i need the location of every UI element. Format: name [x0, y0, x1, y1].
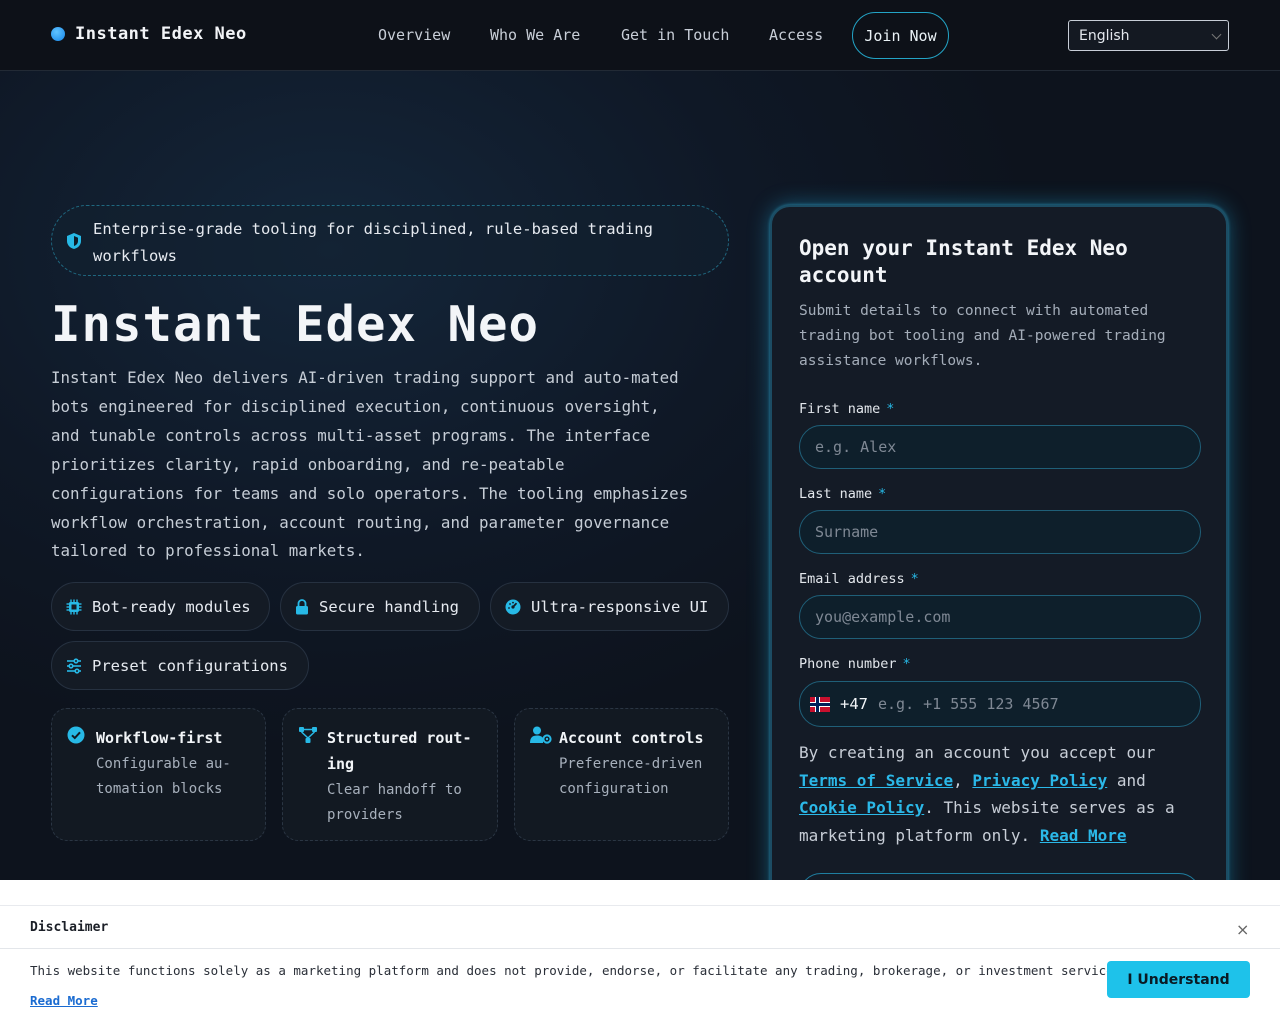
- email-label: Email address *: [799, 571, 919, 587]
- chevron-down-icon: [1211, 29, 1222, 40]
- feature-card-title: Account controls: [559, 729, 704, 747]
- chip-bot-ready: Bot-ready modules: [51, 582, 270, 631]
- chip-secure-handling: Secure handling: [280, 582, 480, 631]
- check-circle-icon: [67, 726, 85, 744]
- last-name-placeholder: Surname: [815, 523, 879, 541]
- nav-link-overview[interactable]: Overview: [378, 26, 450, 44]
- brand-name: Instant Edex Neo: [75, 24, 247, 44]
- chip-label: Secure handling: [319, 597, 459, 616]
- feature-card-title: Workflow-first: [96, 729, 223, 747]
- privacy-policy-link[interactable]: Privacy Policy: [972, 771, 1107, 790]
- form-title: Open your Instant Edex Neo account: [799, 236, 1128, 287]
- chip-ultra-responsive: Ultra-responsive UI: [490, 582, 729, 631]
- disclaimer-banner: Disclaimer × This website functions sole…: [0, 880, 1280, 1024]
- form-subtitle: Submit details to connect with automated…: [799, 303, 1166, 369]
- hero-tagline-pill: Enterprise-grade tooling for disciplined…: [51, 205, 729, 276]
- phone-label: Phone number *: [799, 656, 911, 672]
- feature-card-subtitle: Clear handoff to providers: [327, 782, 462, 823]
- consent-text: By creating an account you accept our Te…: [799, 743, 1175, 845]
- hero-title: Instant Edex Neo: [51, 296, 540, 353]
- language-value: English: [1079, 27, 1130, 44]
- feature-card-subtitle: Preference-driven configuration: [559, 756, 703, 797]
- close-icon[interactable]: ×: [1236, 920, 1249, 939]
- feature-card-workflow: Workflow-first Configurable au-tomation …: [51, 708, 266, 841]
- chip-label: Bot-ready modules: [92, 597, 251, 616]
- hero-tagline: Enterprise-grade tooling for disciplined…: [93, 220, 653, 265]
- phone-field[interactable]: +47 e.g. +1 555 123 4567: [799, 681, 1201, 727]
- routing-icon: [299, 727, 317, 743]
- user-gear-icon: [530, 726, 552, 744]
- feature-card-title: Structured rout-ing: [327, 729, 472, 773]
- page: Instant Edex Neo Overview Who We Are Get…: [0, 0, 1280, 1024]
- chip-cpu-icon: [66, 599, 82, 614]
- nav-link-who-we-are[interactable]: Who We Are: [490, 26, 580, 44]
- disclaimer-text: This website functions solely as a marke…: [30, 963, 1129, 978]
- nav-link-access[interactable]: Access: [769, 26, 823, 44]
- disclaimer-read-more-link[interactable]: Read More: [30, 993, 98, 1008]
- first-name-field[interactable]: e.g. Alex: [799, 425, 1201, 469]
- terms-of-service-link[interactable]: Terms of Service: [799, 771, 953, 790]
- feature-card-account-controls: Account controls Preference-driven confi…: [514, 708, 729, 841]
- phone-country-code: +47: [840, 695, 868, 713]
- join-now-button[interactable]: Join Now: [852, 12, 949, 59]
- i-understand-button[interactable]: I Understand: [1107, 961, 1250, 998]
- chip-label: Preset configurations: [92, 656, 288, 675]
- email-field[interactable]: you@example.com: [799, 595, 1201, 639]
- disclaimer-title: Disclaimer: [30, 920, 109, 935]
- shield-icon: [67, 233, 81, 249]
- lock-icon: [296, 598, 308, 614]
- signup-form: Open your Instant Edex Neo account Submi…: [770, 205, 1228, 925]
- cookie-policy-link[interactable]: Cookie Policy: [799, 798, 924, 817]
- first-name-label: First name *: [799, 401, 895, 417]
- chip-label: Ultra-responsive UI: [531, 597, 709, 616]
- disclaimer-header: Disclaimer ×: [0, 905, 1280, 949]
- first-name-placeholder: e.g. Alex: [815, 438, 897, 456]
- last-name-field[interactable]: Surname: [799, 510, 1201, 554]
- chip-preset-configurations: Preset configurations: [51, 641, 309, 690]
- gauge-icon: [505, 599, 521, 614]
- nav-link-get-in-touch[interactable]: Get in Touch: [621, 26, 729, 44]
- hero-description: Instant Edex Neo delivers AI-driven trad…: [51, 368, 689, 561]
- norway-flag-icon[interactable]: [810, 696, 830, 712]
- email-placeholder: you@example.com: [815, 608, 951, 626]
- last-name-label: Last name *: [799, 486, 887, 502]
- read-more-link[interactable]: Read More: [1040, 826, 1127, 845]
- brand-logo-icon: [51, 27, 65, 41]
- feature-card-routing: Structured rout-ing Clear handoff to pro…: [282, 708, 498, 841]
- top-nav: Instant Edex Neo Overview Who We Are Get…: [0, 0, 1280, 71]
- language-select[interactable]: English: [1068, 20, 1229, 51]
- sliders-icon: [67, 657, 81, 674]
- phone-placeholder: e.g. +1 555 123 4567: [878, 695, 1059, 713]
- brand[interactable]: Instant Edex Neo: [51, 24, 247, 44]
- feature-card-subtitle: Configurable au-tomation blocks: [96, 756, 231, 797]
